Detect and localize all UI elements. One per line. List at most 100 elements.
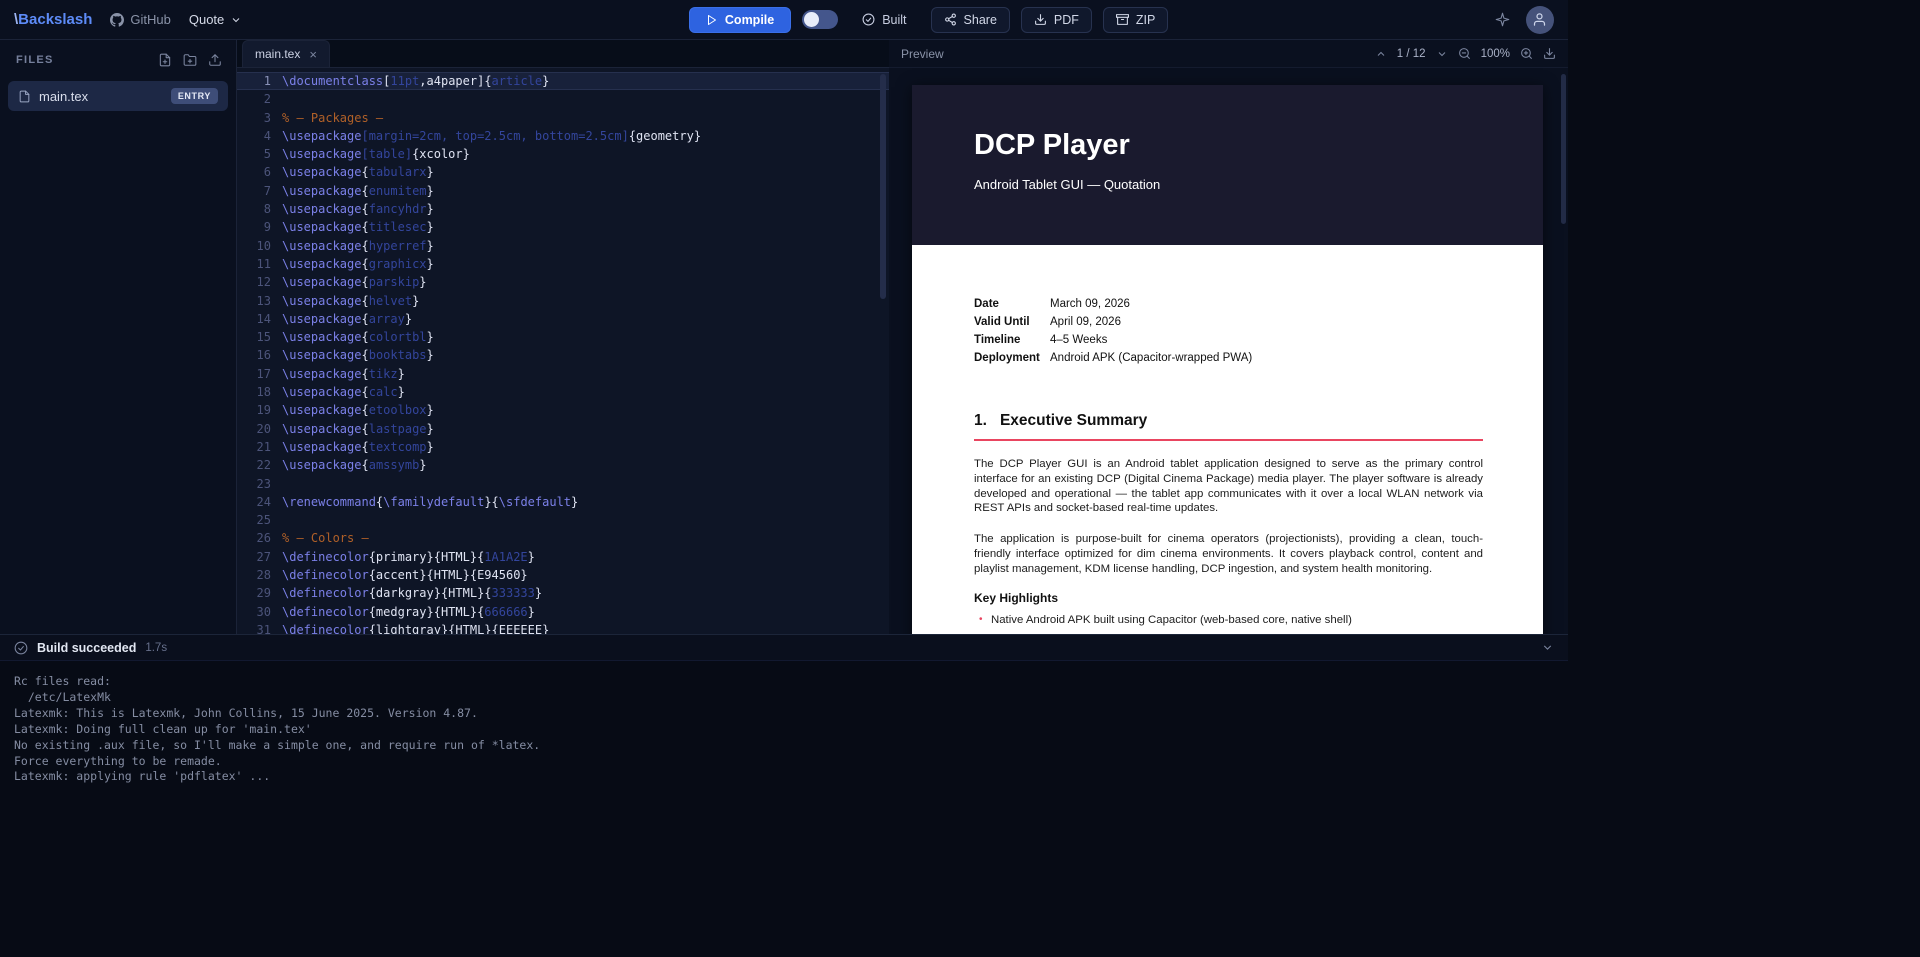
code-line[interactable]: 2 [237, 90, 889, 108]
code-line[interactable]: 4\usepackage[margin=2cm, top=2.5cm, bott… [237, 127, 889, 145]
quote-menu[interactable]: Quote [189, 12, 242, 27]
pdf-page: DCP Player Android Tablet GUI — Quotatio… [912, 85, 1543, 634]
code-line[interactable]: 5\usepackage[table]{xcolor} [237, 145, 889, 163]
code-line[interactable]: 28\definecolor{accent}{HTML}{E94560} [237, 566, 889, 584]
code-line[interactable]: 31\definecolor{lightgray}{HTML}{EEEEEE} [237, 621, 889, 634]
editor-scrollbar[interactable] [880, 74, 886, 299]
line-number: 2 [237, 90, 271, 108]
code-line[interactable]: 24\renewcommand{\familydefault}{\sfdefau… [237, 493, 889, 511]
doc-meta: DateMarch 09, 2026Valid UntilApril 09, 2… [974, 295, 1483, 367]
code-line[interactable]: 20\usepackage{lastpage} [237, 420, 889, 438]
user-avatar[interactable] [1526, 6, 1554, 34]
new-file-icon[interactable] [158, 53, 172, 67]
console-log[interactable]: Rc files read: /etc/LatexMkLatexmk: This… [0, 661, 1568, 957]
code-line[interactable]: 6\usepackage{tabularx} [237, 163, 889, 181]
line-number: 13 [237, 292, 271, 310]
code-line[interactable]: 14\usepackage{array} [237, 310, 889, 328]
code-line[interactable]: 29\definecolor{darkgray}{HTML}{333333} [237, 584, 889, 602]
line-number: 4 [237, 127, 271, 145]
line-number: 18 [237, 383, 271, 401]
line-number: 25 [237, 511, 271, 529]
code-line[interactable]: 3% — Packages — [237, 109, 889, 127]
meta-row: DeploymentAndroid APK (Capacitor-wrapped… [974, 349, 1483, 367]
download-icon [1034, 13, 1047, 26]
code-line[interactable]: 22\usepackage{amssymb} [237, 456, 889, 474]
close-icon[interactable]: × [309, 48, 317, 61]
pdf-preview-area[interactable]: DCP Player Android Tablet GUI — Quotatio… [889, 68, 1568, 634]
zoom-in-icon[interactable] [1520, 47, 1533, 60]
page-down-icon[interactable] [1436, 48, 1448, 60]
app-logo[interactable]: \Backslash [14, 11, 92, 28]
log-line: Latexmk: This is Latexmk, John Collins, … [14, 706, 1554, 722]
doc-highlights-title: Key Highlights [974, 591, 1483, 605]
sidebar-title: FILES [16, 54, 54, 66]
line-number: 16 [237, 346, 271, 364]
code-line[interactable]: 10\usepackage{hyperref} [237, 237, 889, 255]
line-number: 28 [237, 566, 271, 584]
compile-button[interactable]: Compile [689, 7, 791, 33]
upload-icon[interactable] [208, 53, 222, 67]
zip-download-button[interactable]: ZIP [1103, 7, 1168, 33]
theme-sparkle-icon[interactable] [1495, 12, 1510, 27]
file-row-main-tex[interactable]: main.tex ENTRY [8, 81, 228, 111]
meta-row: Valid UntilApril 09, 2026 [974, 313, 1483, 331]
download-pdf-icon[interactable] [1543, 47, 1556, 60]
line-number: 21 [237, 438, 271, 456]
files-sidebar: FILES main.tex ENT [0, 40, 237, 634]
code-line[interactable]: 8\usepackage{fancyhdr} [237, 200, 889, 218]
preview-scrollbar[interactable] [1561, 74, 1566, 224]
console-header[interactable]: Build succeeded 1.7s [0, 635, 1568, 661]
log-line: Rc files read: [14, 674, 1554, 690]
new-folder-icon[interactable] [183, 53, 197, 67]
page-up-icon[interactable] [1375, 48, 1387, 60]
tab-main-tex[interactable]: main.tex × [242, 40, 330, 67]
auto-compile-toggle[interactable] [802, 10, 838, 29]
line-number: 17 [237, 365, 271, 383]
section-title: Executive Summary [1000, 412, 1147, 430]
github-link[interactable]: GitHub [110, 12, 170, 27]
sidebar-actions [158, 53, 222, 67]
code-line[interactable]: 21\usepackage{textcomp} [237, 438, 889, 456]
code-line[interactable]: 15\usepackage{colortbl} [237, 328, 889, 346]
code-line[interactable]: 18\usepackage{calc} [237, 383, 889, 401]
sidebar-header: FILES [0, 40, 236, 75]
toggle-knob [804, 12, 819, 27]
code-line[interactable]: 13\usepackage{helvet} [237, 292, 889, 310]
code-line[interactable]: 19\usepackage{etoolbox} [237, 401, 889, 419]
code-line[interactable]: 16\usepackage{booktabs} [237, 346, 889, 364]
code-line[interactable]: 7\usepackage{enumitem} [237, 182, 889, 200]
code-line[interactable]: 1\documentclass[11pt,a4paper]{article} [237, 72, 889, 90]
log-line: /etc/LatexMk [14, 690, 1554, 706]
line-number: 27 [237, 548, 271, 566]
code-line[interactable]: 11\usepackage{graphicx} [237, 255, 889, 273]
code-lines: 1\documentclass[11pt,a4paper]{article}23… [237, 72, 889, 634]
code-editor[interactable]: 1\documentclass[11pt,a4paper]{article}23… [237, 68, 889, 634]
code-line[interactable]: 9\usepackage{titlesec} [237, 218, 889, 236]
code-line[interactable]: 26% — Colors — [237, 529, 889, 547]
github-icon [110, 13, 124, 27]
code-line[interactable]: 12\usepackage{parskip} [237, 273, 889, 291]
meta-row: DateMarch 09, 2026 [974, 295, 1483, 313]
preview-title: Preview [901, 47, 944, 61]
build-duration: 1.7s [145, 642, 167, 654]
code-line[interactable]: 23 [237, 475, 889, 493]
navbar-actions: Compile Built Share PDF [569, 7, 1168, 33]
built-status[interactable]: Built [849, 7, 919, 33]
pdf-download-button[interactable]: PDF [1021, 7, 1092, 33]
collapse-console-icon[interactable] [1541, 641, 1554, 654]
code-line[interactable]: 17\usepackage{tikz} [237, 365, 889, 383]
share-icon [944, 13, 957, 26]
share-label: Share [964, 13, 997, 27]
share-button[interactable]: Share [931, 7, 1010, 33]
code-line[interactable]: 30\definecolor{medgray}{HTML}{666666} [237, 603, 889, 621]
log-line: Force everything to be remade. [14, 754, 1554, 770]
zoom-out-icon[interactable] [1458, 47, 1471, 60]
doc-header: DCP Player Android Tablet GUI — Quotatio… [912, 85, 1543, 245]
doc-subtitle: Android Tablet GUI — Quotation [974, 177, 1481, 192]
build-status: Build succeeded [37, 641, 136, 655]
app-window: \Backslash GitHub Quote Compile [0, 0, 1568, 957]
main-area: FILES main.tex ENT [0, 40, 1568, 634]
tab-label: main.tex [255, 47, 300, 61]
code-line[interactable]: 27\definecolor{primary}{HTML}{1A1A2E} [237, 548, 889, 566]
code-line[interactable]: 25 [237, 511, 889, 529]
